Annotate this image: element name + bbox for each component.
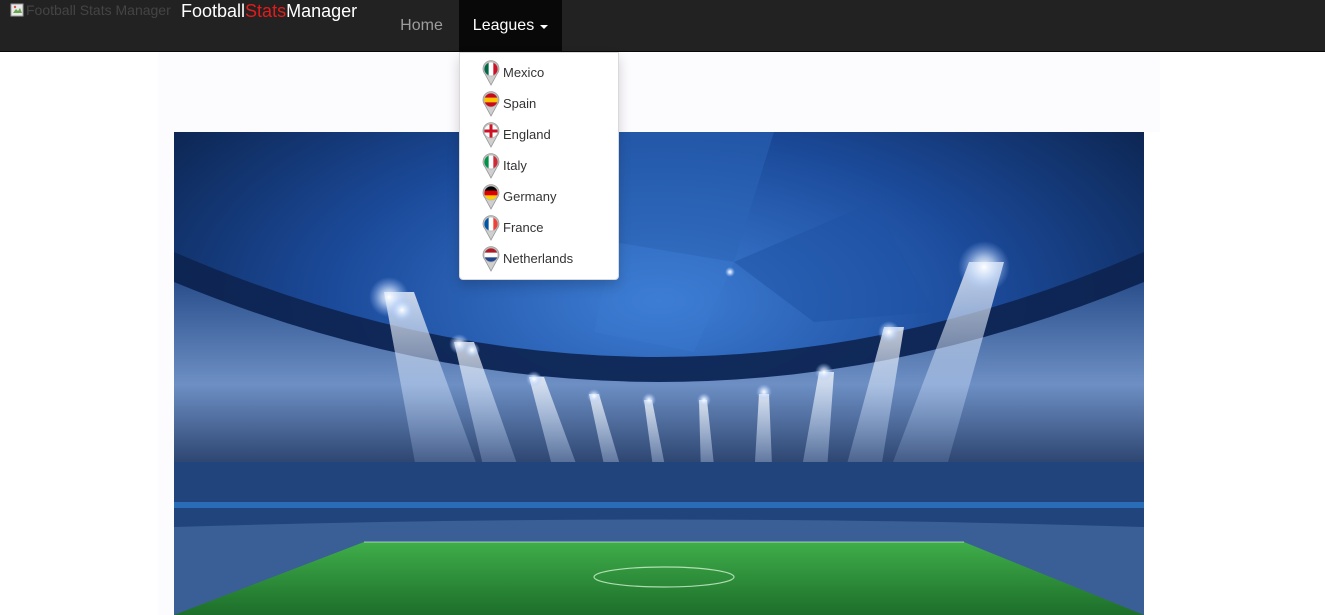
brand-part-manager: Manager <box>286 1 358 21</box>
league-item-netherlands[interactable]: Netherlands <box>460 243 618 274</box>
logo-alt-text: Football Stats Manager <box>26 2 171 18</box>
mexico-flag-icon <box>482 59 500 86</box>
brand-part-stats: Stats <box>245 1 287 21</box>
league-item-label: Spain <box>503 96 537 111</box>
stadium-hero-image <box>174 132 1144 615</box>
italy-flag-icon <box>482 152 500 179</box>
nav-leagues-label: Leagues <box>472 16 535 34</box>
logo-image[interactable]: Football Stats Manager <box>10 1 171 19</box>
france-flag-icon <box>482 214 500 241</box>
brand-title[interactable]: FootballStatsManager <box>181 0 357 22</box>
league-item-label: England <box>503 127 551 142</box>
league-item-italy[interactable]: Italy <box>460 150 618 181</box>
nav-home-label: Home <box>400 16 443 34</box>
stadium-illustration <box>174 132 1144 615</box>
nav-home-link[interactable]: Home <box>385 0 458 51</box>
league-item-label: Germany <box>503 189 557 204</box>
top-navbar: Football Stats Manager FootballStatsMana… <box>0 0 1325 52</box>
league-item-spain[interactable]: Spain <box>460 88 618 119</box>
england-flag-icon <box>482 121 500 148</box>
content-margin <box>158 132 174 615</box>
leagues-dropdown-menu: Mexico Spain England Italy Germany France Neth… <box>459 52 619 280</box>
league-item-label: Italy <box>503 158 527 173</box>
league-item-france[interactable]: France <box>460 212 618 243</box>
league-item-label: France <box>503 220 544 235</box>
jumbotron-background <box>158 52 1160 132</box>
netherlands-flag-icon <box>482 245 500 272</box>
league-item-label: Mexico <box>503 65 545 80</box>
germany-flag-icon <box>482 183 500 210</box>
brand-part-football: Football <box>181 1 246 21</box>
nav-leagues-dropdown-toggle[interactable]: Leagues <box>459 0 562 51</box>
caret-down-icon <box>540 24 549 29</box>
league-item-england[interactable]: England <box>460 119 618 150</box>
league-item-mexico[interactable]: Mexico <box>460 57 618 88</box>
spain-flag-icon <box>482 90 500 117</box>
league-item-label: Netherlands <box>503 251 574 266</box>
broken-image-icon <box>10 3 24 17</box>
league-item-germany[interactable]: Germany <box>460 181 618 212</box>
